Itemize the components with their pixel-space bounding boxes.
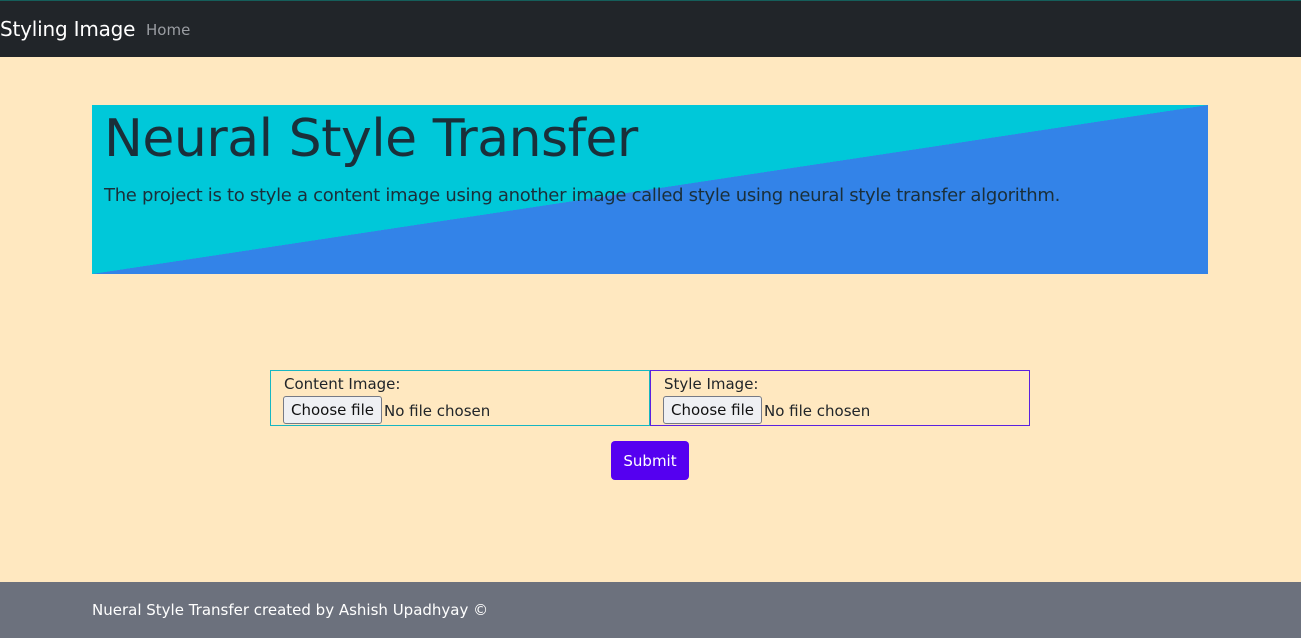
content-image-label: Content Image: <box>284 375 401 393</box>
content-image-upload: Content Image: Choose file No file chose… <box>270 370 650 426</box>
style-image-label: Style Image: <box>664 375 759 393</box>
page-title: Neural Style Transfer <box>104 109 638 169</box>
style-image-choose-file-button[interactable]: Choose file <box>663 396 762 424</box>
style-image-file-status: No file chosen <box>764 402 871 420</box>
page-footer: Nueral Style Transfer created by Ashish … <box>0 582 1301 638</box>
content-image-file-status: No file chosen <box>384 402 491 420</box>
top-navbar: Styling Image Home <box>0 0 1301 57</box>
submit-button[interactable]: Submit <box>611 441 689 480</box>
hero-jumbotron: Neural Style Transfer The project is to … <box>92 105 1208 274</box>
style-image-upload: Style Image: Choose file No file chosen <box>650 370 1030 426</box>
hero-description: The project is to style a content image … <box>104 185 1060 206</box>
upload-row: Content Image: Choose file No file chose… <box>270 370 1030 426</box>
content-image-choose-file-button[interactable]: Choose file <box>283 396 382 424</box>
nav-link-home[interactable]: Home <box>146 21 190 39</box>
navbar-brand[interactable]: Styling Image <box>0 17 135 41</box>
footer-credit: Nueral Style Transfer created by Ashish … <box>92 601 489 619</box>
